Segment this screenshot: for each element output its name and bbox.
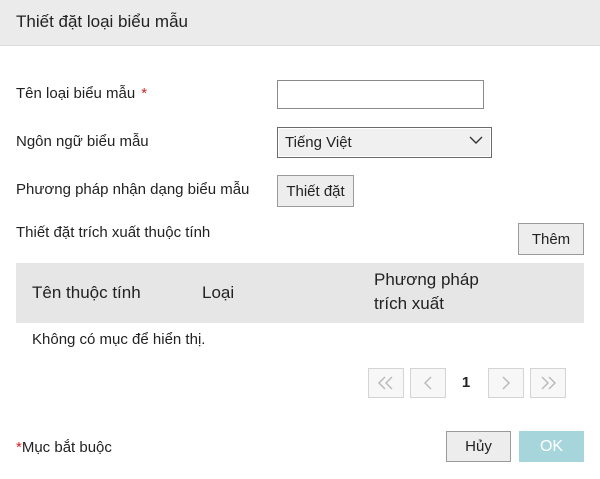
column-header-attribute-name[interactable]: Tên thuộc tính bbox=[32, 281, 141, 305]
attribute-extraction-label: Thiết đặt trích xuất thuộc tính bbox=[16, 224, 211, 241]
last-page-button[interactable] bbox=[530, 368, 566, 398]
next-page-button[interactable] bbox=[488, 368, 524, 398]
column-header-type[interactable]: Loại bbox=[202, 281, 234, 305]
chevron-down-icon bbox=[469, 136, 483, 144]
dialog-titlebar: Thiết đặt loại biểu mẫu bbox=[0, 0, 600, 46]
form-language-label: Ngôn ngữ biểu mẫu bbox=[16, 133, 149, 150]
required-note-text: Mục bắt buộc bbox=[21, 439, 112, 456]
column-header-extraction-method-line1: Phương pháp bbox=[374, 270, 479, 289]
column-header-extraction-method[interactable]: Phương pháp trích xuất bbox=[374, 268, 479, 316]
form-type-name-label-text: Tên loại biểu mẫu bbox=[16, 85, 136, 102]
form-type-name-input[interactable] bbox=[277, 80, 484, 109]
add-attribute-button[interactable]: Thêm bbox=[518, 223, 584, 255]
column-header-extraction-method-line2: trích xuất bbox=[374, 294, 444, 313]
form-type-settings-dialog: Thiết đặt loại biểu mẫu Tên loại biểu mẫ… bbox=[0, 0, 600, 479]
required-asterisk: * bbox=[141, 85, 148, 102]
recognition-method-label: Phương pháp nhận dạng biểu mẫu bbox=[16, 181, 250, 198]
required-fields-note: *Mục bắt buộc bbox=[16, 439, 112, 456]
previous-page-icon bbox=[424, 376, 432, 390]
table-empty-message: Không có mục để hiển thị. bbox=[32, 331, 206, 348]
form-language-select[interactable]: Tiếng Việt bbox=[277, 127, 492, 158]
form-type-name-label: Tên loại biểu mẫu * bbox=[16, 85, 147, 102]
last-page-icon bbox=[541, 376, 556, 390]
ok-button[interactable]: OK bbox=[519, 431, 584, 462]
next-page-icon bbox=[502, 376, 510, 390]
first-page-icon bbox=[378, 376, 393, 390]
dialog-title: Thiết đặt loại biểu mẫu bbox=[16, 12, 188, 31]
recognition-settings-button[interactable]: Thiết đặt bbox=[277, 175, 354, 207]
cancel-button[interactable]: Hủy bbox=[446, 431, 511, 462]
current-page-number[interactable]: 1 bbox=[458, 374, 474, 391]
previous-page-button[interactable] bbox=[410, 368, 446, 398]
first-page-button[interactable] bbox=[368, 368, 404, 398]
form-language-selected-value: Tiếng Việt bbox=[285, 134, 352, 151]
attribute-table-header: Tên thuộc tính Loại Phương pháp trích xu… bbox=[16, 263, 584, 323]
